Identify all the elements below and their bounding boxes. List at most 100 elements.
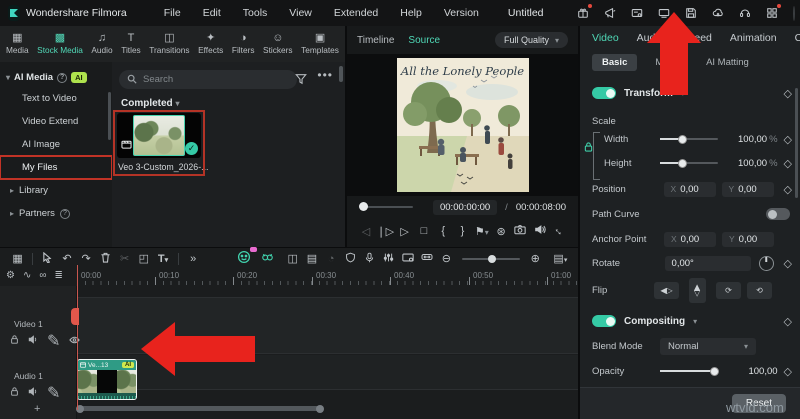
tab-effects[interactable]: ✦ Effects (198, 33, 223, 56)
avatar[interactable] (792, 5, 795, 21)
completed-section-header[interactable]: Completed ▾ (121, 98, 179, 109)
volume-button[interactable] (531, 224, 549, 238)
auto-ripple-icon[interactable]: ≣ (55, 270, 63, 281)
speed-ramp-icon[interactable]: ◔ (322, 253, 341, 265)
apply-effect-icon[interactable]: ✎ (47, 383, 60, 403)
flip-vertical-button[interactable]: ◀▷ (689, 277, 706, 303)
help-icon[interactable]: ? (59, 208, 70, 219)
more-tools-icon[interactable]: » (184, 253, 203, 265)
properties-scrollbar[interactable] (795, 88, 798, 198)
keyframe-diamond-icon[interactable]: ◇ (784, 365, 792, 378)
delete-icon[interactable] (96, 252, 115, 266)
add-track-button[interactable]: + (34, 403, 40, 415)
more-options-icon[interactable]: ••• (317, 68, 333, 82)
tab-stickers[interactable]: ☺ Stickers (263, 33, 293, 56)
mark-in-button[interactable]: { (434, 225, 452, 237)
tab-titles[interactable]: T Titles (121, 33, 141, 56)
undo-icon[interactable]: ↶ (57, 252, 76, 265)
preview-scrubber[interactable] (359, 202, 413, 211)
search-bar[interactable] (119, 70, 297, 89)
tab-color[interactable]: Color (795, 32, 800, 44)
opacity-slider[interactable] (659, 366, 719, 376)
position-x-field[interactable]: X 0,00 (663, 181, 716, 197)
anchor-x-field[interactable]: X 0,00 (664, 231, 716, 247)
zoom-out-icon[interactable]: ⊖ (437, 252, 456, 265)
width-slider[interactable] (659, 134, 718, 144)
link-clips-icon[interactable]: ∞ (39, 270, 46, 281)
lock-aspect-icon[interactable] (584, 142, 593, 154)
lock-track-icon[interactable] (10, 383, 19, 403)
screen-split-icon[interactable]: ◫ (283, 252, 302, 265)
stock-item-thumbnail[interactable]: ✓ (117, 113, 201, 158)
tab-stock-media[interactable]: ▩ Stock Media (37, 33, 83, 56)
timeline-zoom-slider[interactable] (461, 254, 520, 263)
scrubber-handle[interactable] (359, 202, 368, 211)
screen-record-icon[interactable] (398, 252, 417, 266)
keyframe-diamond-icon[interactable]: ◇ (784, 183, 792, 196)
help-icon[interactable]: ? (57, 72, 68, 83)
filter-funnel-icon[interactable] (295, 72, 307, 90)
search-input[interactable] (143, 74, 273, 85)
tab-templates[interactable]: ▣ Templates (301, 33, 339, 56)
zoom-in-icon[interactable]: ⊕ (526, 252, 545, 265)
track-height-icon[interactable]: ▤▾ (551, 252, 570, 265)
flip-horizontal-button[interactable]: ◀▷ (654, 281, 679, 299)
fullscreen-button[interactable]: ↔ (548, 220, 569, 241)
menu-help[interactable]: Help (400, 7, 422, 19)
media-browser-toggle-icon[interactable]: ▦ (8, 252, 27, 265)
sidebar-group-ai-media[interactable]: ▾ AI Media ? AI (0, 68, 112, 87)
tab-animation[interactable]: Animation (730, 32, 777, 44)
quality-selector[interactable]: Full Quality ▾ (494, 32, 568, 48)
split-scissors-icon[interactable]: ✂ (115, 252, 134, 265)
rotate-ccw-button[interactable]: ⟲ (747, 281, 772, 299)
zoom-slider-handle[interactable] (487, 254, 496, 263)
stop-button[interactable]: □ (415, 225, 433, 237)
mask-shield-icon[interactable] (341, 252, 360, 266)
current-timecode[interactable]: 00:00:00:00 (432, 199, 498, 215)
rotate-cw-button[interactable]: ⟳ (716, 281, 741, 299)
project-name[interactable]: Untitled (508, 7, 544, 19)
previous-frame-button[interactable]: ◁ (357, 225, 375, 238)
menu-edit[interactable]: Edit (203, 7, 221, 19)
text-tool-icon[interactable]: T▾ (153, 253, 172, 265)
chevron-down-icon[interactable]: ▾ (693, 317, 697, 326)
export-clip-icon[interactable]: ▤ (302, 252, 321, 265)
support-headset-icon[interactable] (738, 6, 752, 20)
menu-view[interactable]: View (289, 7, 312, 19)
menu-extended[interactable]: Extended (334, 7, 378, 19)
timeline-settings-gear-icon[interactable]: ⚙ (6, 270, 15, 281)
sidebar-scrollbar[interactable] (108, 92, 111, 140)
menu-file[interactable]: File (164, 7, 181, 19)
height-slider[interactable] (659, 158, 718, 168)
video-track-lane[interactable] (0, 297, 578, 354)
path-curve-toggle[interactable] (766, 208, 790, 220)
voiceover-mic-icon[interactable] (360, 252, 379, 266)
apps-grid-icon[interactable] (765, 4, 781, 20)
tab-preview-timeline[interactable]: Timeline (357, 35, 394, 46)
position-y-field[interactable]: Y 0,00 (721, 181, 774, 197)
redo-icon[interactable]: ↷ (77, 252, 96, 265)
height-slider-handle[interactable] (677, 158, 687, 168)
tab-transitions[interactable]: ◫ Transitions (149, 33, 189, 56)
sidebar-item-text-to-video[interactable]: Text to Video (0, 87, 112, 110)
keyframe-diamond-icon[interactable]: ◇ (784, 133, 792, 146)
timeline-ruler[interactable]: 00:00 00:10 00:20 00:30 00:40 00:50 01:0… (77, 269, 578, 286)
height-value[interactable]: 100,00% (726, 158, 778, 169)
render-queue-icon[interactable] (630, 6, 644, 20)
sidebar-item-my-files[interactable]: My Files (0, 155, 113, 180)
sidebar-item-video-extend[interactable]: Video Extend (0, 110, 112, 133)
opacity-value[interactable]: 100,00 (726, 366, 777, 377)
pointer-tool-icon[interactable] (38, 251, 57, 266)
render-preview-button[interactable]: ⊛ (492, 225, 510, 238)
hide-track-eye-icon[interactable] (69, 331, 81, 351)
magnetic-snap-icon[interactable]: ∿ (23, 270, 31, 281)
playhead-line[interactable] (77, 265, 78, 410)
next-frame-button[interactable]: ❘▷ (376, 225, 394, 238)
stock-item-label[interactable]: Veo 3-Custom_2026-... (115, 162, 208, 172)
mute-track-icon[interactable] (28, 383, 38, 403)
width-value[interactable]: 100,00% (726, 134, 778, 145)
tab-audio[interactable]: ♫ Audio (91, 33, 112, 56)
marker-button[interactable]: ⚑▾ (473, 225, 491, 238)
playhead-grip[interactable] (71, 308, 79, 325)
subtab-ai-matting[interactable]: AI Matting (696, 54, 759, 71)
